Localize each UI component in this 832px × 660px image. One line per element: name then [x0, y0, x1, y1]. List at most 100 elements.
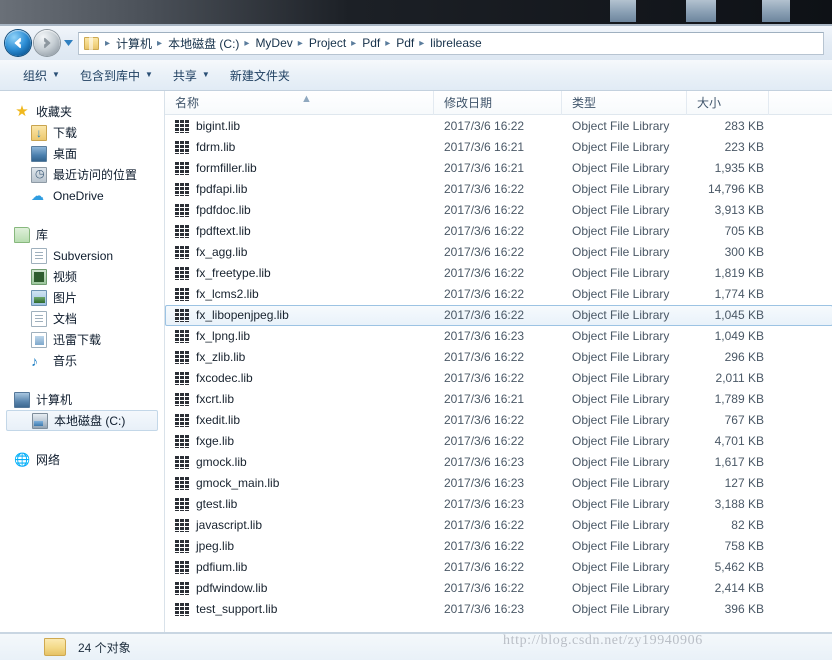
- forward-button[interactable]: [34, 30, 60, 56]
- table-row[interactable]: gmock.lib 2017/3/6 16:23 Object File Libra…: [165, 452, 832, 473]
- sidebar-item-local-disk-c[interactable]: 本地磁盘 (C:): [6, 410, 158, 431]
- table-row[interactable]: fpdfdoc.lib 2017/3/6 16:22 Object File Lib…: [165, 200, 832, 221]
- organize-menu-button[interactable]: 组织 ▼: [14, 64, 69, 87]
- library-file-icon: [175, 540, 189, 553]
- sidebar-item-favorites[interactable]: ★ 收藏夹: [0, 101, 164, 122]
- table-row[interactable]: fxcodec.lib 2017/3/6 16:22 Object File Lib…: [165, 368, 832, 389]
- column-header-name-label: 名称: [175, 95, 200, 110]
- breadcrumb-separator-4[interactable]: ▸: [348, 38, 360, 49]
- breadcrumb-item-2[interactable]: MyDev: [253, 36, 294, 50]
- file-name-label: fdrm.lib: [196, 140, 236, 154]
- library-file-icon: [175, 309, 189, 322]
- table-row[interactable]: fx_freetype.lib 2017/3/6 16:22 Object File…: [165, 263, 832, 284]
- file-rows-container: bigint.lib 2017/3/6 16:22 Object File Libr…: [165, 116, 832, 620]
- back-button[interactable]: [5, 30, 31, 56]
- share-menu-button[interactable]: 共享 ▼: [164, 64, 219, 87]
- table-row[interactable]: gmock_main.lib 2017/3/6 16:23 Object File …: [165, 473, 832, 494]
- file-size-cell: 2,414 KB: [714, 581, 764, 595]
- file-date-cell: 2017/3/6 16:22: [444, 413, 525, 427]
- file-list-pane[interactable]: ▲ 名称 修改日期 类型 大小 bigint.lib 2017/3/6 16:22…: [164, 90, 832, 633]
- sidebar-item-subversion[interactable]: Subversion: [0, 245, 164, 266]
- table-row[interactable]: fx_agg.lib 2017/3/6 16:22 Object File Libr…: [165, 242, 832, 263]
- sidebar-item-libraries[interactable]: 库: [0, 224, 164, 245]
- table-row[interactable]: fdrm.lib 2017/3/6 16:21 Object File Librar…: [165, 137, 832, 158]
- table-row[interactable]: pdfium.lib 2017/3/6 16:22 Object File Libr…: [165, 557, 832, 578]
- nav-spacer-3: [0, 435, 164, 449]
- sidebar-item-videos[interactable]: 视频: [0, 266, 164, 287]
- include-in-library-menu-button[interactable]: 包含到库中 ▼: [71, 64, 162, 87]
- sidebar-item-downloads[interactable]: 下载: [0, 122, 164, 143]
- breadcrumb-item-4[interactable]: Pdf: [360, 36, 382, 50]
- file-name-label: fxedit.lib: [196, 413, 241, 427]
- recent-locations-button[interactable]: [61, 30, 75, 56]
- file-name-cell: fxcrt.lib: [166, 389, 435, 410]
- breadcrumb-item-0[interactable]: 计算机: [114, 35, 154, 52]
- file-name-cell: formfiller.lib: [166, 158, 435, 179]
- file-type-cell: Object File Library: [572, 287, 670, 301]
- sidebar-item-network[interactable]: 🌐 网络: [0, 449, 164, 470]
- file-type-cell: Object File Library: [572, 392, 670, 406]
- table-row[interactable]: fxedit.lib 2017/3/6 16:22 Object File Libr…: [165, 410, 832, 431]
- file-date-cell: 2017/3/6 16:22: [444, 308, 525, 322]
- file-date-cell: 2017/3/6 16:22: [444, 581, 525, 595]
- column-header-date-modified[interactable]: 修改日期: [434, 90, 562, 115]
- sidebar-item-pictures[interactable]: 图片: [0, 287, 164, 308]
- file-type-cell: Object File Library: [572, 476, 670, 490]
- sidebar-item-onedrive[interactable]: ☁ OneDrive: [0, 185, 164, 206]
- breadcrumb-bar[interactable]: ▸ 计算机 ▸ 本地磁盘 (C:) ▸ MyDev ▸ Project ▸ Pd…: [78, 31, 824, 55]
- column-header-size[interactable]: 大小: [687, 90, 769, 115]
- navigation-pane[interactable]: ★ 收藏夹 下载 桌面 最近访问的位置 ☁ OneDrive: [0, 91, 164, 633]
- table-row[interactable]: fx_libopenjpeg.lib 2017/3/6 16:22 Object F…: [165, 305, 832, 326]
- file-name-cell: fpdfapi.lib: [166, 179, 435, 200]
- breadcrumb-separator-2[interactable]: ▸: [241, 38, 253, 49]
- sidebar-item-documents[interactable]: 文档: [0, 308, 164, 329]
- sidebar-label-documents: 文档: [53, 312, 78, 326]
- column-header-name[interactable]: ▲ 名称: [165, 90, 434, 115]
- breadcrumb-separator-1[interactable]: ▸: [154, 38, 166, 49]
- table-row[interactable]: bigint.lib 2017/3/6 16:22 Object File Libr…: [165, 116, 832, 137]
- breadcrumb-separator-3[interactable]: ▸: [295, 38, 307, 49]
- breadcrumb-separator-6[interactable]: ▸: [416, 38, 428, 49]
- file-name-cell: fxcodec.lib: [166, 368, 435, 389]
- file-name-label: fx_lcms2.lib: [196, 287, 259, 301]
- table-row[interactable]: pdfwindow.lib 2017/3/6 16:22 Object File L…: [165, 578, 832, 599]
- file-date-cell: 2017/3/6 16:22: [444, 434, 525, 448]
- breadcrumb-item-1[interactable]: 本地磁盘 (C:): [166, 35, 241, 52]
- file-name-label: fpdfapi.lib: [196, 182, 248, 196]
- table-row[interactable]: fpdftext.lib 2017/3/6 16:22 Object File Li…: [165, 221, 832, 242]
- sidebar-item-thunder-download[interactable]: 迅雷下载: [0, 329, 164, 350]
- file-size-cell: 1,045 KB: [714, 308, 764, 322]
- table-row[interactable]: javascript.lib 2017/3/6 16:22 Object File …: [165, 515, 832, 536]
- breadcrumb-separator-5[interactable]: ▸: [382, 38, 394, 49]
- breadcrumb-item-6[interactable]: librelease: [428, 36, 483, 50]
- table-row[interactable]: formfiller.lib 2017/3/6 16:21 Object File …: [165, 158, 832, 179]
- file-type-cell: Object File Library: [572, 434, 670, 448]
- sidebar-label-subversion: Subversion: [53, 248, 114, 263]
- table-row[interactable]: fpdfapi.lib 2017/3/6 16:22 Object File Lib…: [165, 179, 832, 200]
- sidebar-item-music[interactable]: ♪ 音乐: [0, 350, 164, 371]
- table-row[interactable]: fxge.lib 2017/3/6 16:22 Object File Librar…: [165, 431, 832, 452]
- breadcrumb-item-3[interactable]: Project: [307, 36, 348, 50]
- breadcrumb-separator-0[interactable]: ▸: [102, 38, 114, 49]
- table-row[interactable]: jpeg.lib 2017/3/6 16:22 Object File Librar…: [165, 536, 832, 557]
- breadcrumb-item-5[interactable]: Pdf: [394, 36, 416, 50]
- table-row[interactable]: fx_lcms2.lib 2017/3/6 16:22 Object File Li…: [165, 284, 832, 305]
- sidebar-label-music: 音乐: [53, 354, 78, 368]
- library-file-icon: [175, 120, 189, 133]
- sidebar-label-pictures: 图片: [53, 291, 78, 305]
- file-type-cell: Object File Library: [572, 308, 670, 322]
- sidebar-item-computer[interactable]: 计算机: [0, 389, 164, 410]
- column-header-type[interactable]: 类型: [562, 90, 687, 115]
- file-name-cell: fpdfdoc.lib: [166, 200, 435, 221]
- table-row[interactable]: test_support.lib 2017/3/6 16:23 Object Fil…: [165, 599, 832, 620]
- file-type-cell: Object File Library: [572, 497, 670, 511]
- table-row[interactable]: fx_zlib.lib 2017/3/6 16:22 Object File Lib…: [165, 347, 832, 368]
- table-row[interactable]: fxcrt.lib 2017/3/6 16:21 Object File Libra…: [165, 389, 832, 410]
- library-file-icon: [175, 435, 189, 448]
- new-folder-button[interactable]: 新建文件夹: [221, 64, 299, 87]
- table-row[interactable]: gtest.lib 2017/3/6 16:23 Object File Libra…: [165, 494, 832, 515]
- file-name-label: fx_zlib.lib: [196, 350, 246, 364]
- table-row[interactable]: fx_lpng.lib 2017/3/6 16:23 Object File Lib…: [165, 326, 832, 347]
- sidebar-item-desktop[interactable]: 桌面: [0, 143, 164, 164]
- sidebar-item-recent-places[interactable]: 最近访问的位置: [0, 164, 164, 185]
